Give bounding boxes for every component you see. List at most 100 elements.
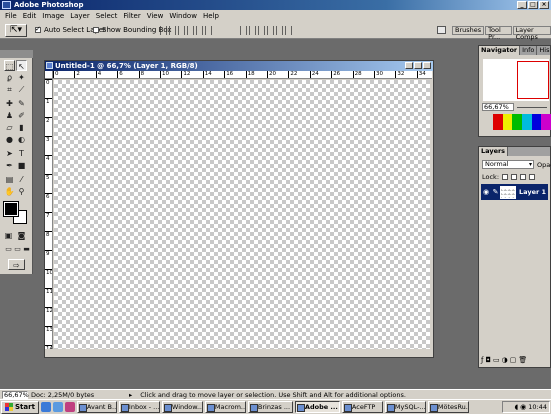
- quicklaunch-ie-icon[interactable]: [40, 402, 51, 412]
- marquee-tool-icon[interactable]: ⬚: [4, 60, 15, 71]
- auto-select-checkbox[interactable]: [35, 25, 41, 33]
- align-hcenter-icon[interactable]: [196, 26, 203, 35]
- task-motesrum[interactable]: MötesRu...: [427, 401, 469, 413]
- menu-file[interactable]: File: [2, 12, 20, 20]
- layer-style-icon[interactable]: ƒ: [481, 356, 483, 364]
- navigator-zoom-slider[interactable]: [517, 107, 547, 108]
- close-button[interactable]: ×: [539, 1, 549, 9]
- lock-transparency-checkbox[interactable]: [502, 174, 509, 180]
- task-mysql[interactable]: MySQL-...: [384, 401, 426, 413]
- menu-help[interactable]: Help: [200, 12, 222, 20]
- align-left-icon[interactable]: [187, 26, 194, 35]
- trash-icon[interactable]: 🗑: [518, 356, 527, 364]
- adjustment-layer-icon[interactable]: ◑: [502, 356, 508, 364]
- status-arrow-icon[interactable]: ▸: [129, 391, 132, 399]
- tray-app-icon[interactable]: ◉: [520, 403, 526, 411]
- task-macromedia[interactable]: Macrom...: [204, 401, 246, 413]
- screen-mode-full-icon[interactable]: ▬: [21, 244, 32, 255]
- distribute-vcenter-icon[interactable]: [249, 26, 256, 35]
- align-top-icon[interactable]: [160, 26, 167, 35]
- document-titlebar[interactable]: Untitled-1 @ 66,7% (Layer 1, RGB/8): [45, 61, 433, 71]
- distribute-right-icon[interactable]: [285, 26, 292, 35]
- blur-tool-icon[interactable]: ●: [4, 134, 15, 145]
- task-aceftp[interactable]: AceFTP: [341, 401, 383, 413]
- magic-wand-icon[interactable]: ✦: [16, 72, 27, 83]
- dodge-tool-icon[interactable]: ◐: [16, 134, 27, 145]
- color-ramp[interactable]: [493, 114, 551, 130]
- ruler-origin[interactable]: [45, 71, 53, 79]
- tab-history[interactable]: His: [537, 46, 551, 55]
- task-windows[interactable]: Window...: [161, 401, 203, 413]
- eraser-tool-icon[interactable]: ▱: [4, 122, 15, 133]
- brush-tool-icon[interactable]: ✎: [16, 98, 27, 109]
- history-brush-icon[interactable]: ✐: [16, 110, 27, 121]
- task-inbox[interactable]: Inbox - ...: [118, 401, 160, 413]
- palette-tab-tool-presets[interactable]: Tool Pr...: [485, 26, 512, 41]
- align-right-icon[interactable]: [205, 26, 212, 35]
- distribute-bottom-icon[interactable]: [258, 26, 265, 35]
- new-set-icon[interactable]: ▭: [493, 356, 500, 364]
- type-tool-icon[interactable]: T: [16, 148, 27, 159]
- menu-window[interactable]: Window: [166, 12, 200, 20]
- new-layer-icon[interactable]: ▢: [510, 356, 517, 364]
- foreground-color-swatch[interactable]: [3, 201, 19, 217]
- align-bottom-icon[interactable]: [178, 26, 185, 35]
- print-icon[interactable]: [437, 26, 446, 34]
- show-bbox-checkbox[interactable]: [93, 27, 99, 33]
- minimize-button[interactable]: _: [517, 1, 527, 9]
- status-doc-info[interactable]: Doc: 2,25M/0 bytes: [31, 391, 119, 399]
- menu-layer[interactable]: Layer: [67, 12, 93, 20]
- layer-mask-icon[interactable]: ◘: [485, 356, 491, 364]
- tab-info[interactable]: Info: [520, 46, 538, 55]
- layer-row-layer-1[interactable]: ◉ ✎ Layer 1: [481, 184, 548, 200]
- lock-all-checkbox[interactable]: [529, 174, 536, 180]
- task-avant-browser[interactable]: Avant B...: [76, 401, 117, 413]
- maximize-button[interactable]: □: [528, 1, 538, 9]
- lasso-tool-icon[interactable]: ϼ: [4, 72, 15, 83]
- zoom-tool-icon[interactable]: ⚲: [16, 186, 27, 197]
- palette-tab-layer-comps[interactable]: Layer Comps: [512, 26, 551, 41]
- eye-visibility-icon[interactable]: ◉: [481, 188, 491, 196]
- quicklaunch-media-icon[interactable]: [64, 402, 75, 412]
- distribute-top-icon[interactable]: [240, 26, 247, 35]
- doc-minimize-button[interactable]: [405, 62, 413, 69]
- canvas-transparent[interactable]: [54, 80, 430, 349]
- horizontal-scrollbar[interactable]: [45, 349, 433, 357]
- navigator-zoom-field[interactable]: 66,67%: [482, 103, 514, 111]
- lock-position-checkbox[interactable]: [520, 174, 527, 180]
- move-tool-icon[interactable]: ↖: [16, 60, 27, 71]
- document-window[interactable]: Untitled-1 @ 66,7% (Layer 1, RGB/8) 0246…: [44, 60, 434, 358]
- clock[interactable]: 10:44: [528, 403, 547, 411]
- navigator-preview[interactable]: [483, 59, 549, 101]
- path-select-icon[interactable]: ➤: [4, 148, 15, 159]
- hand-tool-icon[interactable]: ✋: [4, 186, 15, 197]
- clone-stamp-icon[interactable]: ♟: [4, 110, 15, 121]
- jump-to-imageready-icon[interactable]: ⇨: [8, 259, 25, 270]
- navigator-view-box[interactable]: [517, 61, 549, 99]
- eyedropper-icon[interactable]: ⁄: [16, 174, 27, 185]
- speaker-icon[interactable]: ◖: [514, 403, 518, 411]
- menu-image[interactable]: Image: [39, 12, 67, 20]
- task-adobe-photoshop[interactable]: Adobe ...: [294, 401, 340, 413]
- palette-tab-brushes[interactable]: Brushes: [452, 26, 485, 35]
- menu-select[interactable]: Select: [93, 12, 121, 20]
- brush-link-icon[interactable]: ✎: [491, 188, 500, 196]
- shape-tool-icon[interactable]: ■: [16, 160, 27, 171]
- lock-image-checkbox[interactable]: [511, 174, 518, 180]
- blend-mode-select[interactable]: Normal ▾: [482, 160, 534, 169]
- task-brinzas[interactable]: Brinzas ...: [247, 401, 293, 413]
- gradient-tool-icon[interactable]: ▮: [16, 122, 27, 133]
- pen-tool-icon[interactable]: ✒: [4, 160, 15, 171]
- status-zoom-field[interactable]: 66,67%: [2, 390, 29, 399]
- move-tool-icon[interactable]: ⇱▾: [5, 24, 27, 37]
- menu-view[interactable]: View: [144, 12, 167, 20]
- align-vcenter-icon[interactable]: [169, 26, 176, 35]
- tab-layers[interactable]: Layers: [479, 147, 509, 156]
- doc-maximize-button[interactable]: [414, 62, 422, 69]
- distribute-left-icon[interactable]: [267, 26, 274, 35]
- quick-mask-icon[interactable]: ◙: [16, 230, 27, 241]
- menu-filter[interactable]: Filter: [120, 12, 143, 20]
- quicklaunch-outlook-icon[interactable]: [52, 402, 63, 412]
- standard-mode-icon[interactable]: ▣: [3, 230, 14, 241]
- notes-tool-icon[interactable]: ▤: [4, 174, 15, 185]
